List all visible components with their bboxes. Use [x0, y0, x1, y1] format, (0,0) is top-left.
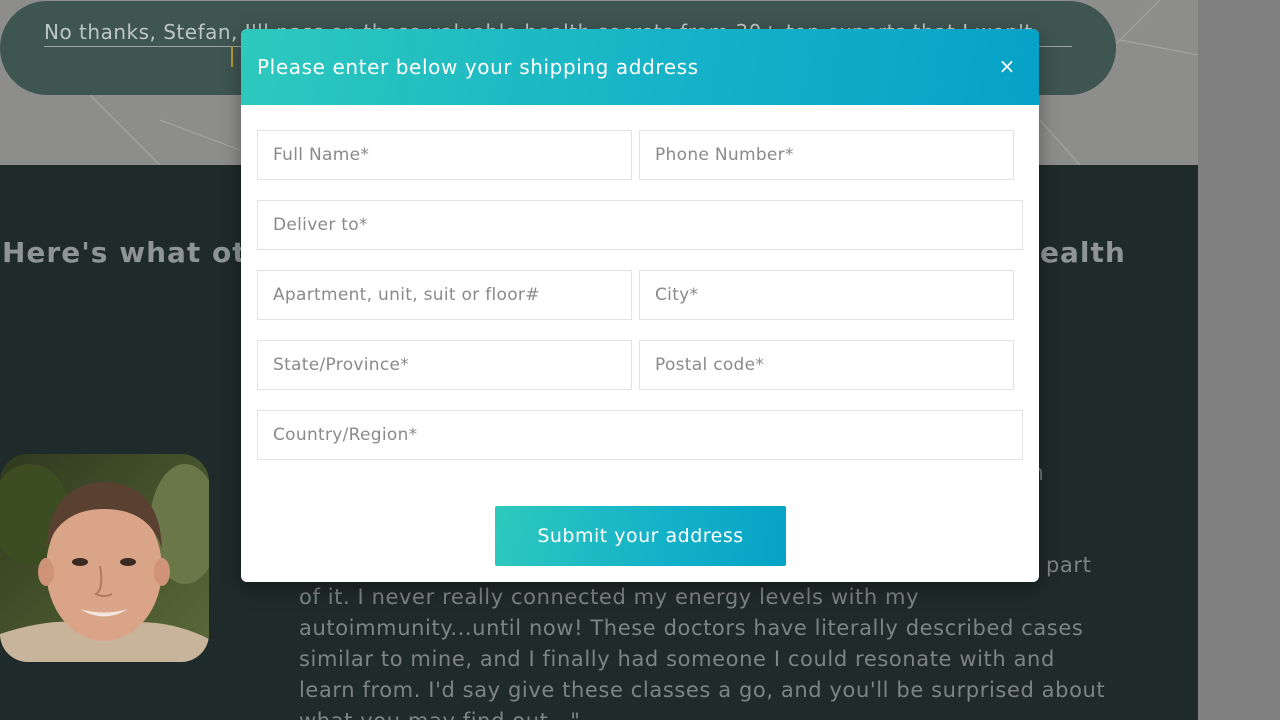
postal-code-field[interactable] [639, 340, 1014, 390]
modal-title: Please enter below your shipping address [257, 55, 699, 79]
modal-header: Please enter below your shipping address… [241, 29, 1039, 105]
testimonial-fragment: part [1046, 553, 1092, 577]
testimonial-avatar [0, 454, 209, 662]
testimonial-quote: of it. I never really connected my energ… [299, 582, 1139, 720]
submit-address-button[interactable]: Submit your address [495, 506, 786, 566]
apartment-field[interactable] [257, 270, 632, 320]
testimonial-line: of it. I never really connected my energ… [299, 585, 920, 609]
testimonial-line: autoimmunity...until now! These doctors … [299, 616, 1084, 640]
close-icon[interactable]: × [993, 52, 1021, 80]
deliver-to-field[interactable] [257, 200, 1023, 250]
text-cursor [231, 46, 233, 67]
testimonial-line: learn from. I'd say give these classes a… [299, 678, 1106, 702]
right-gutter [1198, 0, 1280, 720]
testimonial-heading-tail: ealth [1040, 236, 1126, 269]
city-field[interactable] [639, 270, 1014, 320]
country-region-field[interactable] [257, 410, 1023, 460]
phone-number-field[interactable] [639, 130, 1014, 180]
testimonial-line: what you may find out..." [299, 706, 1139, 720]
shipping-address-modal: Please enter below your shipping address… [241, 29, 1039, 582]
testimonial-line: similar to mine, and I finally had someo… [299, 647, 1055, 671]
full-name-field[interactable] [257, 130, 632, 180]
testimonial-heading: Here's what ot [2, 236, 247, 269]
state-province-field[interactable] [257, 340, 632, 390]
